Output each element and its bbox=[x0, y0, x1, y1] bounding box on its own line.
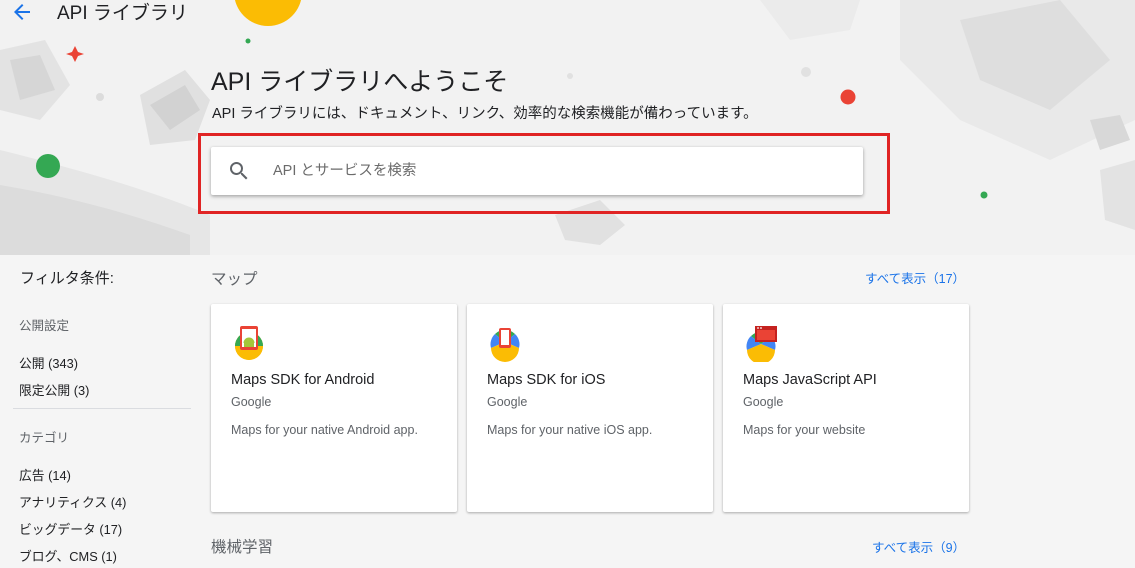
section-heading-machine-learning: 機械学習 bbox=[211, 539, 274, 556]
filter-title: フィルタ条件: bbox=[20, 270, 114, 287]
maps-ios-icon bbox=[490, 328, 520, 362]
card-vendor: Google bbox=[231, 395, 272, 409]
see-all-machine-learning-link[interactable]: すべて表示（9） bbox=[872, 537, 965, 556]
card-description: Maps for your website bbox=[743, 423, 866, 437]
sidebar-divider bbox=[13, 408, 191, 409]
hero-background bbox=[0, 0, 1135, 255]
card-title: Maps SDK for Android bbox=[231, 372, 375, 388]
visibility-section-label: 公開設定 bbox=[19, 319, 70, 333]
top-app-bar: API ライブラリ bbox=[0, 0, 600, 26]
card-vendor: Google bbox=[487, 395, 528, 409]
back-button[interactable] bbox=[10, 0, 34, 24]
card-title: Maps SDK for iOS bbox=[487, 372, 606, 388]
api-card-maps-ios[interactable]: Maps SDK for iOS Google Maps for your na… bbox=[467, 304, 713, 512]
filter-item-blog-cms[interactable]: ブログ、CMS (1) bbox=[19, 546, 117, 565]
card-description: Maps for your native iOS app. bbox=[487, 423, 653, 437]
filter-item-big-data[interactable]: ビッグデータ (17) bbox=[19, 519, 122, 538]
section-heading-maps: マップ bbox=[211, 271, 258, 288]
search-input[interactable] bbox=[273, 159, 833, 183]
card-description: Maps for your native Android app. bbox=[231, 423, 418, 437]
filter-item-analytics[interactable]: アナリティクス (4) bbox=[19, 492, 126, 511]
hero-decoration bbox=[0, 0, 1135, 255]
card-vendor: Google bbox=[743, 395, 784, 409]
maps-javascript-icon bbox=[746, 326, 777, 362]
search-icon bbox=[230, 162, 248, 180]
category-section-label: カテゴリ bbox=[19, 431, 70, 445]
search-box[interactable] bbox=[211, 147, 863, 195]
page-subtitle: API ライブラリには、ドキュメント、リンク、効率的な検索機能が備わっています。 bbox=[212, 106, 758, 122]
card-title: Maps JavaScript API bbox=[743, 372, 877, 388]
see-all-maps-link[interactable]: すべて表示（17） bbox=[865, 268, 965, 287]
api-card-maps-javascript[interactable]: Maps JavaScript API Google Maps for your… bbox=[723, 304, 969, 512]
app-title: API ライブラリ bbox=[57, 3, 188, 24]
api-card-maps-android[interactable]: Maps SDK for Android Google Maps for you… bbox=[211, 304, 457, 512]
filter-item-public[interactable]: 公開 (343) bbox=[19, 353, 78, 372]
maps-android-icon bbox=[235, 326, 263, 360]
arrow-back-icon bbox=[14, 4, 30, 20]
page-title: API ライブラリへようこそ bbox=[211, 68, 509, 96]
filter-item-advertising[interactable]: 広告 (14) bbox=[19, 465, 71, 484]
filter-item-private[interactable]: 限定公開 (3) bbox=[19, 380, 89, 399]
